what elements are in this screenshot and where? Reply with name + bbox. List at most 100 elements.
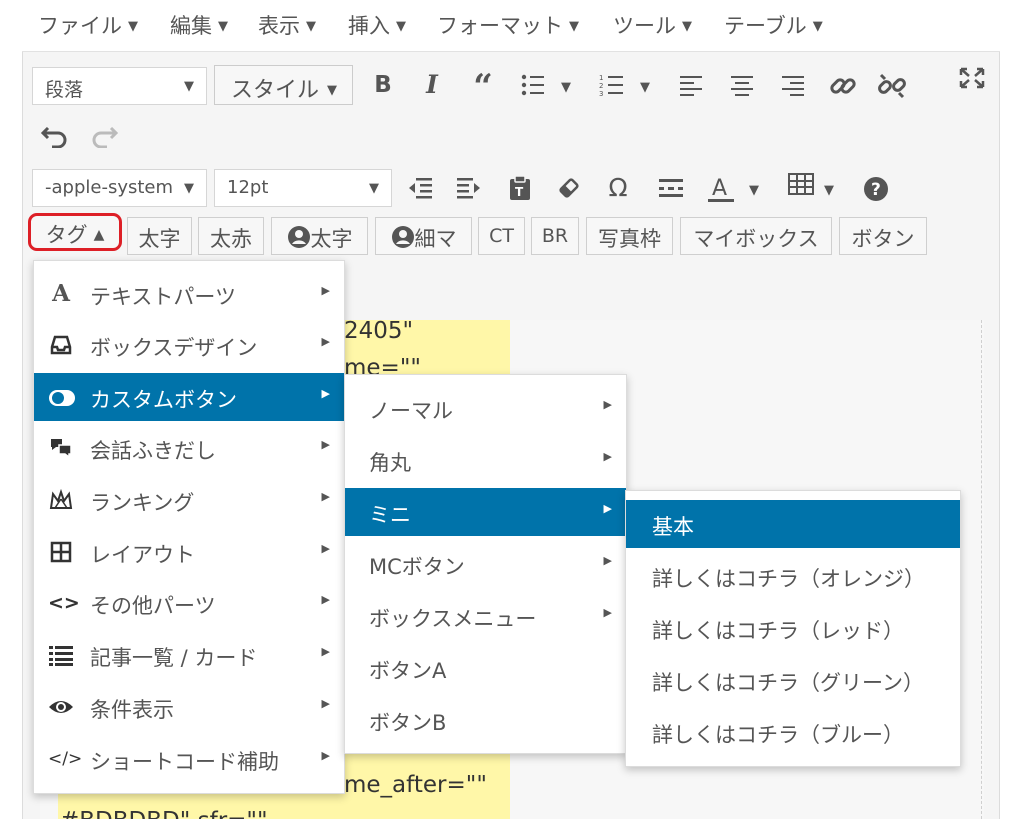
chevron-down-icon: ▼ [369,181,379,196]
grid-icon [48,539,74,565]
menu-item-layout[interactable]: レイアウト ▶ [34,528,344,576]
svg-text:2: 2 [599,82,603,90]
help-icon[interactable]: ? [863,176,889,205]
chevron-right-icon: ▶ [321,490,330,503]
redo-icon[interactable] [89,122,119,151]
menu-item-ranking[interactable]: ランキング ▶ [34,476,344,524]
menu-item-speech-bubble[interactable]: 会話ふきだし ▶ [34,424,344,472]
numbered-list-icon[interactable]: 123 [598,72,626,101]
chevron-down-icon[interactable]: ▼ [640,80,650,95]
code-slash-icon: </> [48,749,83,769]
button-tag-button[interactable]: ボタン [839,217,927,255]
menu-edit[interactable]: 編集 ▼ [170,10,228,40]
chevron-right-icon: ▶ [321,387,330,400]
menu-item-details-red[interactable]: 詳しくはコチラ（レッド） [626,604,960,652]
menu-format[interactable]: フォーマット ▼ [437,10,579,40]
menu-item-article-list[interactable]: 記事一覧 / カード ▶ [34,631,344,679]
menu-item-other-parts[interactable]: <> その他パーツ ▶ [34,579,344,627]
mini-submenu: 基本 詳しくはコチラ（オレンジ） 詳しくはコチラ（レッド） 詳しくはコチラ（グリ… [625,490,961,767]
marker-bold-tag-button[interactable]: 太字 [271,217,368,255]
tag-dropdown-menu: A テキストパーツ ▶ ボックスデザイン ▶ カスタムボタン ▶ 会話ふきだし … [33,260,345,794]
toggle-icon [48,384,75,410]
align-center-icon[interactable] [729,73,755,100]
chevron-right-icon: ▶ [321,542,330,555]
chevron-down-icon: ▼ [306,19,316,34]
menu-item-conditional[interactable]: 条件表示 ▶ [34,683,344,731]
font-size-select[interactable]: 12pt ▼ [214,169,392,207]
chevron-down-icon: ▼ [327,83,338,98]
br-tag-button[interactable]: BR [531,217,579,255]
my-box-tag-button[interactable]: マイボックス [680,217,832,255]
menu-view[interactable]: 表示 ▼ [258,10,316,40]
code-text: me_after="" [344,772,487,798]
menu-item-shortcode-helper[interactable]: </> ショートコード補助 ▶ [34,735,344,783]
special-char-icon[interactable]: Ω [604,175,632,200]
photo-frame-tag-button[interactable]: 写真枠 [586,217,673,255]
menu-item-text-parts[interactable]: A テキストパーツ ▶ [34,270,344,318]
tag-dropdown-button[interactable]: タグ ▲ [28,213,122,251]
crown-icon [48,487,74,513]
svg-text:?: ? [871,180,881,200]
menu-item-custom-button[interactable]: カスタムボタン ▶ [34,373,344,421]
menu-item-details-orange[interactable]: 詳しくはコチラ（オレンジ） [626,552,960,600]
speech-bubbles-icon [48,435,74,461]
chevron-down-icon: ▼ [812,19,823,34]
menu-item-button-b[interactable]: ボタンB [345,696,626,744]
user-circle-icon [287,225,311,254]
menu-insert[interactable]: 挿入 ▼ [348,10,406,40]
italic-icon[interactable]: I [419,72,445,97]
format-select[interactable]: 段落 ▼ [32,67,207,105]
svg-text:T: T [515,185,524,199]
unlink-icon[interactable] [877,71,907,104]
chevron-down-icon: ▼ [682,19,692,34]
code-text: #BDBDBD" sfr="" [60,808,268,819]
menu-item-details-blue[interactable]: 詳しくはコチラ（ブルー） [626,708,960,756]
code-icon: <> [48,592,80,614]
user-circle-icon [391,225,415,254]
chevron-down-icon[interactable]: ▼ [749,183,759,198]
chevron-right-icon: ▶ [321,284,330,297]
menu-table[interactable]: テーブル ▼ [724,10,823,40]
chevron-right-icon: ▶ [603,450,612,463]
bold-red-tag-button[interactable]: 太赤 [198,217,264,255]
blockquote-icon[interactable]: “ [468,70,498,104]
bold-icon[interactable]: B [370,74,396,97]
menu-item-rounded[interactable]: 角丸 ▶ [345,436,626,484]
table-icon[interactable] [787,172,815,199]
link-icon[interactable] [828,71,858,104]
menu-tools[interactable]: ツール ▼ [613,10,692,40]
menu-item-box-design[interactable]: ボックスデザイン ▶ [34,321,344,369]
chevron-down-icon: ▼ [396,19,406,34]
clear-format-icon[interactable] [555,174,583,205]
letter-a-icon: A [52,280,70,307]
menu-item-mini[interactable]: ミニ ▶ [345,488,626,536]
align-left-icon[interactable] [678,73,704,100]
menu-item-normal[interactable]: ノーマル ▶ [345,384,626,432]
menu-item-mc-button[interactable]: MCボタン ▶ [345,540,626,588]
chevron-down-icon[interactable]: ▼ [561,80,571,95]
horizontal-line-icon[interactable] [657,176,685,203]
thin-marker-tag-button[interactable]: 細マ [375,217,472,255]
indent-icon[interactable] [455,175,483,204]
align-right-icon[interactable] [780,73,806,100]
chevron-right-icon: ▶ [603,554,612,567]
chevron-up-icon: ▲ [93,227,105,243]
paste-text-icon[interactable]: T [506,174,534,205]
font-family-select[interactable]: -apple-system ▼ [32,169,207,207]
fullscreen-icon[interactable] [958,66,986,93]
menu-item-details-green[interactable]: 詳しくはコチラ（グリーン） [626,656,960,704]
menu-item-button-a[interactable]: ボタンA [345,644,626,692]
style-button[interactable]: スタイル ▼ [214,65,353,105]
svg-text:3: 3 [599,90,603,98]
ct-tag-button[interactable]: CT [478,217,525,255]
menu-item-basic[interactable]: 基本 [626,500,960,548]
menu-item-box-menu[interactable]: ボックスメニュー ▶ [345,592,626,640]
text-color-icon[interactable]: A [705,174,737,207]
chevron-right-icon: ▶ [321,335,330,348]
menu-file[interactable]: ファイル ▼ [38,10,138,40]
outdent-icon[interactable] [406,175,434,204]
undo-icon[interactable] [40,122,70,151]
bold-tag-button[interactable]: 太字 [127,217,192,255]
bullet-list-icon[interactable] [519,72,547,101]
chevron-down-icon[interactable]: ▼ [824,183,834,198]
